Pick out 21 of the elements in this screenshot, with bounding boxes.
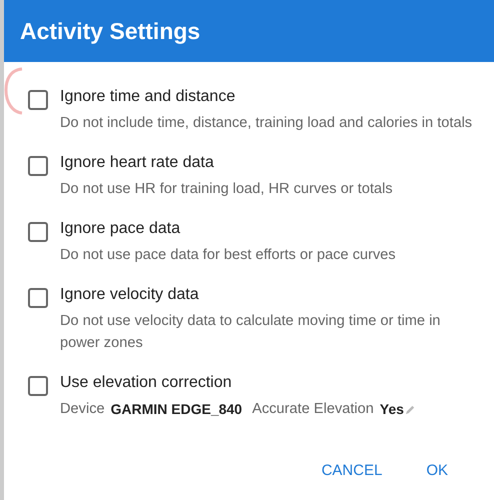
checkbox[interactable] (28, 288, 48, 308)
option-description: Do not include time, distance, training load and calories in totals (60, 115, 472, 131)
dialog-title: Activity Settings (20, 18, 200, 44)
option-description: Do not use pace data for best efforts or pace curves (60, 247, 396, 263)
accuracy-value: Yes (380, 401, 404, 417)
checkbox[interactable] (28, 376, 48, 396)
device-label: Device (60, 400, 105, 419)
dialog-button[interactable]: CANCEL (309, 454, 394, 487)
checkbox[interactable] (28, 222, 48, 242)
checkbox[interactable] (28, 156, 48, 176)
option-label: Ignore heart rate data (60, 154, 215, 172)
option-label: Ignore velocity data (60, 286, 200, 304)
option-label: Use elevation correction (60, 374, 233, 392)
device-name: GARMIN EDGE_840 (110, 401, 242, 417)
option-label: Ignore pace data (60, 220, 182, 238)
option-label: Ignore time and distance (60, 88, 236, 106)
checkbox[interactable] (28, 90, 48, 110)
option-description: Do not use HR for training load, HR curves or totals (60, 181, 393, 197)
option-description: Do not use velocity data to calculate moving time or time in power zones (60, 313, 440, 351)
accuracy-label: Accurate Elevation (252, 400, 374, 419)
dialog-button[interactable]: OK (414, 454, 460, 487)
